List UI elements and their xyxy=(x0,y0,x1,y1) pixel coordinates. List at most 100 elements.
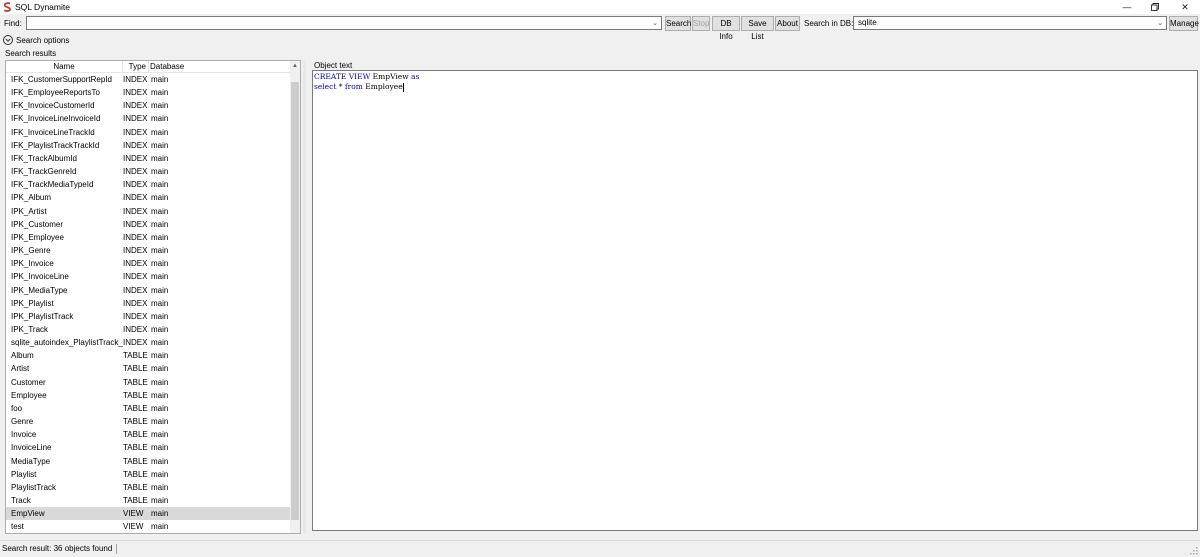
table-row[interactable]: IPK_MediaType INDEX main xyxy=(6,284,291,297)
table-row[interactable]: Invoice TABLE main xyxy=(6,428,291,441)
cell-type: INDEX xyxy=(123,114,148,124)
cell-database: main xyxy=(151,469,169,479)
table-row[interactable]: IPK_Customer INDEX main xyxy=(6,218,291,231)
cell-type: TABLE xyxy=(123,351,148,361)
db-info-button[interactable]: DB Info xyxy=(712,16,740,41)
table-row[interactable]: sqlite_autoindex_PlaylistTrack_1 INDEX mai… xyxy=(6,336,291,349)
table-row[interactable]: IPK_Artist INDEX main xyxy=(6,205,291,218)
table-row[interactable]: EmpView VIEW main xyxy=(6,507,291,521)
table-row[interactable]: Track TABLE main xyxy=(6,494,291,507)
chevron-down-icon[interactable]: ⌄ xyxy=(652,18,658,30)
app-logo-icon xyxy=(3,2,12,12)
table-row[interactable]: IPK_Playlist INDEX main xyxy=(6,297,291,310)
table-row[interactable]: InvoiceLine TABLE main xyxy=(6,441,291,454)
text-cursor xyxy=(402,82,404,92)
cell-type: INDEX xyxy=(123,75,148,84)
cell-type: TABLE xyxy=(123,443,148,453)
cell-type: TABLE xyxy=(123,364,148,374)
cell-name: IFK_InvoiceLineInvoiceId xyxy=(11,114,101,124)
cell-type: TABLE xyxy=(123,390,148,400)
find-input[interactable]: ⌄ xyxy=(26,16,662,30)
table-row[interactable]: PlaylistTrack TABLE main xyxy=(6,481,291,494)
table-row[interactable]: IFK_EmployeeReportsTo INDEX main xyxy=(6,86,291,99)
table-row[interactable]: Employee TABLE main xyxy=(6,389,291,402)
cell-name: EmpView xyxy=(11,509,45,519)
chevron-down-circle-icon[interactable] xyxy=(3,35,13,45)
cell-name: Employee xyxy=(11,390,47,400)
minimize-button[interactable]: — xyxy=(1114,0,1140,14)
table-row[interactable]: Customer TABLE main xyxy=(6,376,291,389)
table-row[interactable]: IFK_CustomerSupportRepId INDEX main xyxy=(6,73,291,86)
table-row[interactable]: Genre TABLE main xyxy=(6,415,291,428)
panel-splitter[interactable] xyxy=(303,60,306,534)
close-button[interactable]: ✕ xyxy=(1172,0,1198,14)
cell-name: IFK_EmployeeReportsTo xyxy=(11,88,100,98)
cell-type: TABLE xyxy=(123,377,148,387)
window-title: SQL Dynamite xyxy=(15,2,70,12)
table-row[interactable]: test VIEW main xyxy=(6,520,291,533)
table-row[interactable]: IPK_Genre INDEX main xyxy=(6,244,291,257)
table-row[interactable]: Playlist TABLE main xyxy=(6,468,291,481)
sql-keyword: select xyxy=(314,82,337,91)
column-header-name[interactable]: Name xyxy=(6,61,123,72)
cell-database: main xyxy=(151,127,169,137)
scrollbar-thumb[interactable] xyxy=(291,82,299,520)
table-row[interactable]: foo TABLE main xyxy=(6,402,291,415)
cell-database: main xyxy=(151,403,169,413)
chevron-down-icon[interactable]: ⌄ xyxy=(1157,18,1163,30)
search-button[interactable]: Search xyxy=(665,16,691,31)
cell-type: INDEX xyxy=(123,232,148,242)
table-row[interactable]: IPK_Track INDEX main xyxy=(6,323,291,336)
cell-name: IFK_TrackMediaTypeId xyxy=(11,180,94,190)
cell-database: main xyxy=(151,219,169,229)
table-row[interactable]: Artist TABLE main xyxy=(6,362,291,375)
find-label: Find: xyxy=(4,19,22,28)
resize-grip-icon[interactable] xyxy=(1190,547,1198,555)
table-row[interactable]: MediaType TABLE main xyxy=(6,455,291,468)
cell-database: main xyxy=(151,75,169,84)
table-row[interactable]: IFK_TrackAlbumId INDEX main xyxy=(6,152,291,165)
scroll-up-icon[interactable]: ▲ xyxy=(290,61,300,71)
table-row[interactable]: IPK_Employee INDEX main xyxy=(6,231,291,244)
table-row[interactable]: IPK_Invoice INDEX main xyxy=(6,257,291,270)
cell-database: main xyxy=(151,272,169,282)
table-row[interactable]: IFK_PlaylistTrackTrackId INDEX main xyxy=(6,139,291,152)
cell-database: main xyxy=(151,377,169,387)
cell-type: INDEX xyxy=(123,298,148,308)
cell-type: INDEX xyxy=(123,193,148,203)
cell-name: IPK_Invoice xyxy=(11,259,54,269)
table-row[interactable]: Album TABLE main xyxy=(6,349,291,362)
object-text-editor[interactable]: CREATE VIEW EmpView as select * from Empl… xyxy=(312,70,1198,531)
sql-text: EmpView xyxy=(370,72,411,81)
database-select[interactable]: sqlite ⌄ xyxy=(853,16,1167,30)
sql-code[interactable]: CREATE VIEW EmpView as select * from Empl… xyxy=(314,72,419,92)
manage-button[interactable]: Manage xyxy=(1169,16,1199,31)
cell-name: Playlist xyxy=(11,469,37,479)
table-row[interactable]: IPK_InvoiceLine INDEX main xyxy=(6,270,291,283)
table-row[interactable]: IFK_TrackMediaTypeId INDEX main xyxy=(6,178,291,191)
results-rows: IFK_CustomerSupportRepId INDEX main IFK_Emp… xyxy=(6,73,291,533)
table-row[interactable]: IFK_TrackGenreId INDEX main xyxy=(6,165,291,178)
table-row[interactable]: IPK_PlaylistTrack INDEX main xyxy=(6,310,291,323)
cell-type: INDEX xyxy=(123,246,148,256)
cell-database: main xyxy=(151,167,169,177)
restore-button[interactable] xyxy=(1142,0,1168,14)
table-row[interactable]: IFK_InvoiceLineTrackId INDEX main xyxy=(6,126,291,139)
save-list-button[interactable]: Save List xyxy=(741,16,774,41)
cell-type: INDEX xyxy=(123,219,148,229)
cell-database: main xyxy=(151,285,169,295)
cell-name: IPK_InvoiceLine xyxy=(11,272,69,282)
search-results-list[interactable]: Name Type Database IFK_CustomerSupportRe… xyxy=(5,60,301,534)
about-button[interactable]: About xyxy=(775,16,800,31)
stop-button[interactable]: Stop xyxy=(692,16,710,31)
column-header-type[interactable]: Type xyxy=(123,61,149,72)
table-row[interactable]: IFK_InvoiceCustomerId INDEX main xyxy=(6,99,291,112)
cell-database: main xyxy=(151,430,169,440)
cell-type: INDEX xyxy=(123,153,148,163)
table-row[interactable]: IFK_InvoiceLineInvoiceId INDEX main xyxy=(6,112,291,125)
column-header-database[interactable]: Database xyxy=(149,61,189,72)
cell-name: IPK_Artist xyxy=(11,206,47,216)
table-row[interactable]: IPK_Album INDEX main xyxy=(6,191,291,204)
vertical-scrollbar[interactable]: ▲ xyxy=(290,61,300,533)
cell-type: INDEX xyxy=(123,167,148,177)
